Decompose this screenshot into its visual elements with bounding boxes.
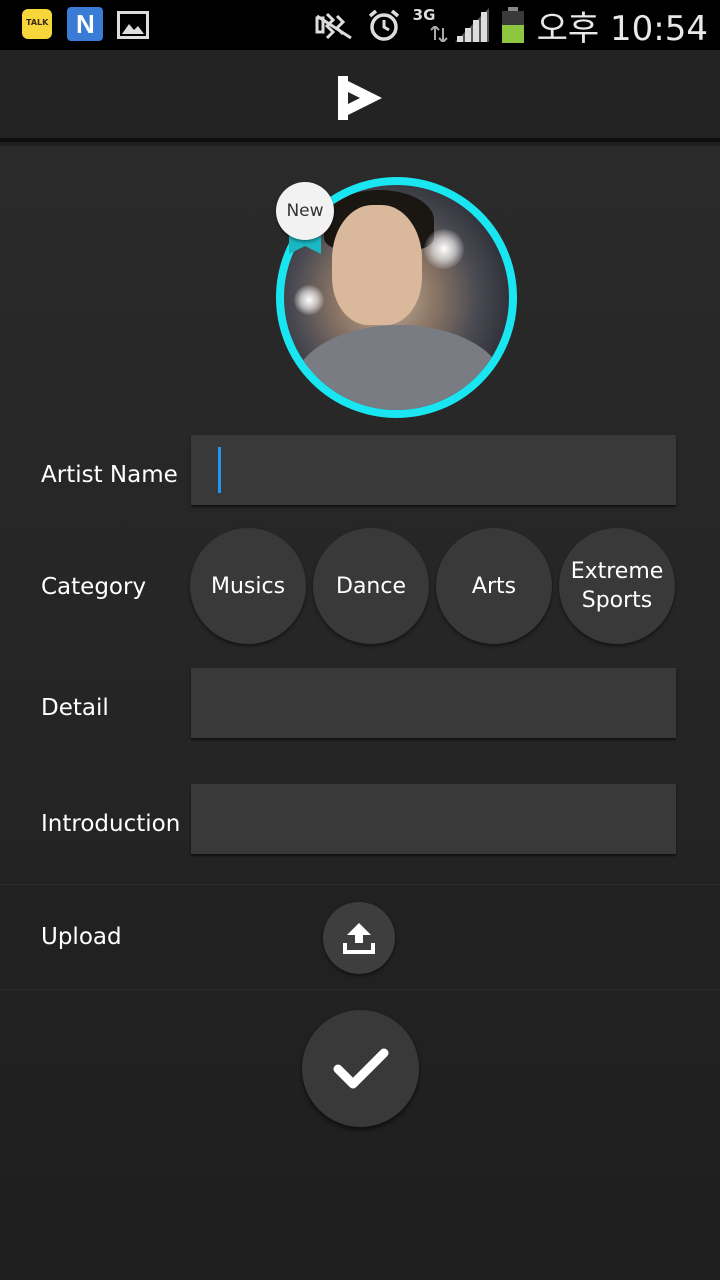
app-header bbox=[0, 50, 720, 142]
introduction-input[interactable] bbox=[191, 784, 676, 854]
status-right: 3G 오후 10:54 bbox=[301, 4, 708, 49]
network-3g-icon: 3G bbox=[413, 6, 448, 44]
silent-mode-icon bbox=[315, 12, 352, 40]
artist-name-label: Artist Name bbox=[41, 462, 178, 488]
new-badge: New bbox=[276, 182, 334, 240]
gallery-icon bbox=[117, 11, 149, 39]
play-logo-icon bbox=[338, 76, 382, 120]
detail-label: Detail bbox=[41, 695, 109, 721]
battery-icon bbox=[501, 7, 524, 43]
upload-button[interactable] bbox=[323, 902, 395, 974]
introduction-label: Introduction bbox=[41, 811, 181, 837]
signal-icon bbox=[454, 8, 489, 42]
artist-name-input[interactable] bbox=[191, 435, 676, 505]
upload-label: Upload bbox=[41, 924, 122, 950]
upload-row: Upload bbox=[0, 884, 720, 990]
profile-form: New Artist Name Category Musics Dance Ar… bbox=[0, 146, 720, 1280]
confirm-button[interactable] bbox=[302, 1010, 419, 1127]
category-musics-button[interactable]: Musics bbox=[190, 528, 306, 644]
n-app-icon: N bbox=[67, 7, 103, 41]
checkmark-icon bbox=[333, 1048, 388, 1088]
category-label: Category bbox=[41, 574, 147, 600]
alarm-icon bbox=[368, 9, 399, 41]
detail-input[interactable] bbox=[191, 668, 676, 738]
category-arts-button[interactable]: Arts bbox=[436, 528, 552, 644]
category-dance-button[interactable]: Dance bbox=[313, 528, 429, 644]
category-extreme-sports-button[interactable]: Extreme Sports bbox=[559, 528, 675, 644]
upload-icon bbox=[343, 923, 375, 954]
extreme-sports-label: Extreme Sports bbox=[570, 559, 664, 613]
kakaotalk-icon: TALK bbox=[22, 9, 52, 39]
clock: 오후 10:54 bbox=[536, 8, 708, 49]
text-cursor bbox=[218, 447, 221, 493]
status-bar: TALK N 3G 오후 10:54 bbox=[0, 0, 720, 50]
